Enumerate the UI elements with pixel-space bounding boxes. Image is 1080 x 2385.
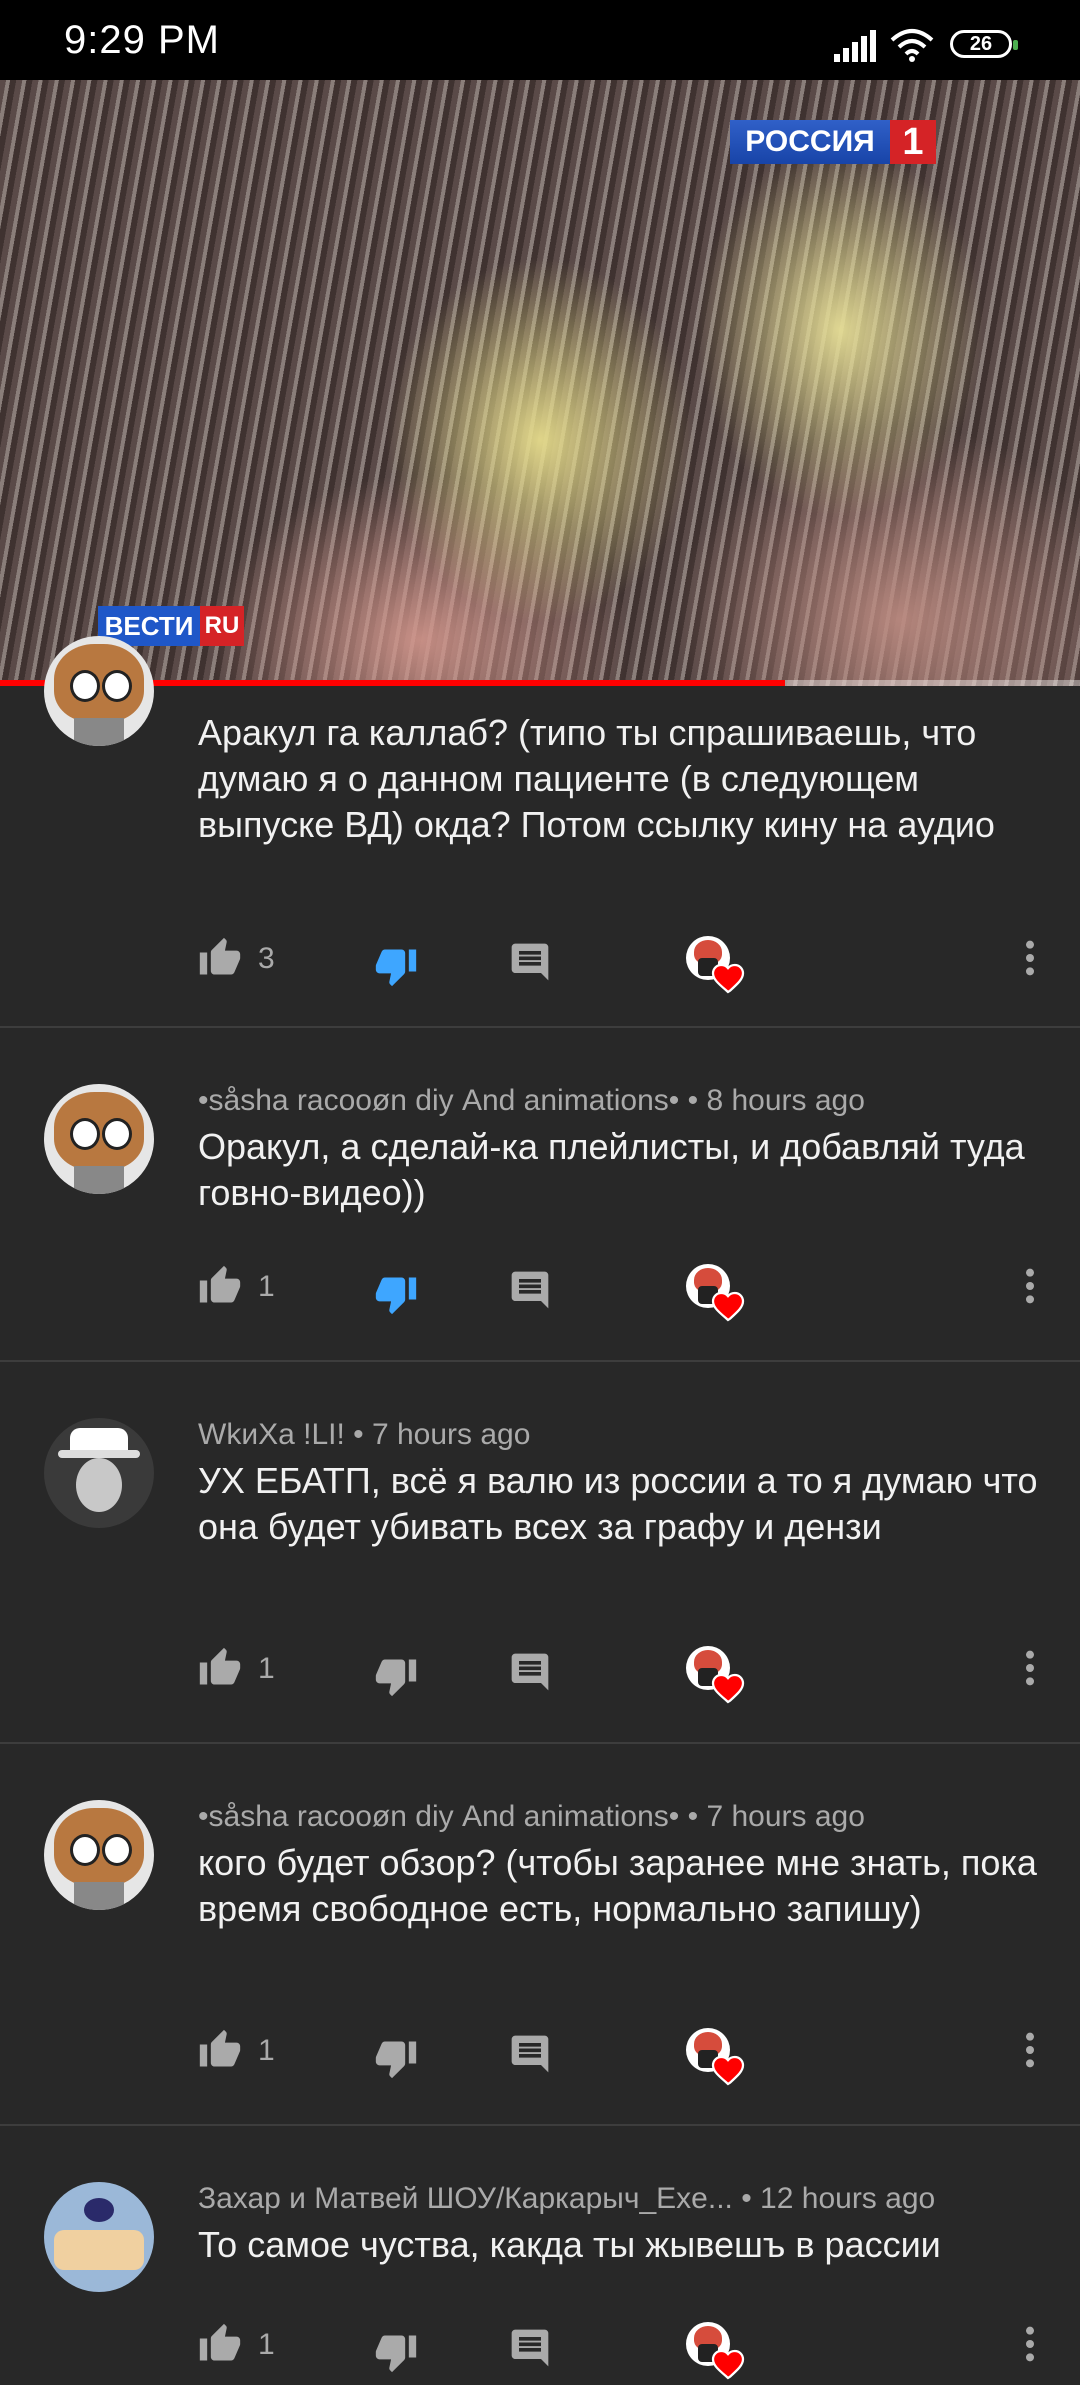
comment-meta: •såsha racooøn diy Аnd animations• • 8 h…	[198, 1084, 865, 1118]
dislike-button[interactable]	[374, 1272, 418, 1321]
comment-author[interactable]: •såsha racooøn diy Аnd animations•	[198, 1084, 679, 1117]
reply-icon	[508, 1653, 552, 1698]
comment-actions: 1	[0, 2322, 1080, 2382]
thumb-up-icon	[198, 1647, 242, 1694]
comment-author[interactable]: Захар и Матвей ШОУ/Каркарыч_Exe...	[198, 2182, 733, 2215]
reply-button[interactable]	[508, 1268, 552, 1317]
more-options-button[interactable]	[1024, 2324, 1036, 2369]
avatar[interactable]	[44, 1800, 154, 1910]
dislike-button[interactable]	[374, 1654, 418, 1703]
comment-time: • 7 hours ago	[353, 1418, 531, 1451]
avatar[interactable]	[44, 1084, 154, 1194]
comment-text: То самое чуства, какда ты жывешъ в расси…	[198, 2224, 941, 2265]
more-options-button[interactable]	[1024, 938, 1036, 983]
comment-actions: 1	[0, 1646, 1080, 1706]
thumb-up-icon	[198, 2029, 242, 2076]
comment-author[interactable]: WkиXa !LI!	[198, 1418, 345, 1451]
comment-text: Оракул, а сделай-ка плейлисты, и добавля…	[198, 1126, 1025, 1213]
thumb-down-icon	[374, 1277, 418, 1320]
heart-icon	[710, 2052, 746, 2091]
comment-time: • 7 hours ago	[687, 1800, 865, 1833]
creator-heart-badge	[686, 2322, 746, 2382]
comment-text: Аракул га каллаб? (типо ты спрашиваешь, …	[198, 712, 995, 845]
like-count: 3	[258, 942, 275, 975]
creator-heart-badge	[686, 1646, 746, 1706]
thumb-down-icon	[374, 2335, 418, 2378]
comment-author[interactable]: •såsha racooøn diy Аnd animations•	[198, 1800, 679, 1833]
battery-icon: 26	[950, 30, 1018, 58]
more-vert-icon	[1024, 1268, 1036, 1310]
comment-actions: 3	[0, 936, 1080, 996]
more-vert-icon	[1024, 2032, 1036, 2074]
dislike-button[interactable]	[374, 2036, 418, 2085]
like-button[interactable]	[198, 2322, 242, 2371]
like-count: 1	[258, 2034, 275, 2067]
reply-icon	[508, 943, 552, 988]
wifi-icon	[890, 29, 934, 62]
avatar[interactable]	[44, 2182, 154, 2292]
comment-actions: 1	[0, 2028, 1080, 2088]
comment-meta: WkиXa !LI! • 7 hours ago	[198, 1418, 530, 1452]
like-button[interactable]	[198, 1264, 242, 1313]
like-button[interactable]	[198, 1646, 242, 1695]
thumb-up-icon	[198, 937, 242, 984]
comment-time: • 12 hours ago	[741, 2182, 936, 2215]
reply-icon	[508, 2329, 552, 2374]
battery-level: 26	[969, 33, 993, 55]
thumb-down-icon	[374, 1659, 418, 1702]
heart-icon	[710, 1670, 746, 1709]
channel-logo: РОССИЯ 1	[730, 120, 936, 164]
comment-time: • 8 hours ago	[687, 1084, 865, 1117]
reply-button[interactable]	[508, 2032, 552, 2081]
avatar[interactable]	[44, 636, 154, 746]
creator-heart-badge	[686, 936, 746, 996]
dislike-button[interactable]	[374, 2330, 418, 2379]
thumb-up-icon	[198, 2323, 242, 2370]
comment-text: кого будет обзор? (чтобы заранее мне зна…	[198, 1842, 1037, 1929]
like-count: 1	[258, 2328, 275, 2361]
avatar[interactable]	[44, 1418, 154, 1528]
signal-icon	[834, 30, 876, 62]
comment-text: УХ ЕБАТП, всё я валю из россии а то я ду…	[198, 1460, 1038, 1547]
comment-actions: 1	[0, 1264, 1080, 1324]
channel-logo-text: РОССИЯ	[730, 120, 890, 164]
divider	[0, 1742, 1080, 1744]
comment-meta: •såsha racooøn diy Аnd animations• • 7 h…	[198, 1800, 865, 1834]
more-vert-icon	[1024, 1650, 1036, 1692]
like-button[interactable]	[198, 936, 242, 985]
like-count: 1	[258, 1270, 275, 1303]
heart-icon	[710, 1288, 746, 1327]
more-options-button[interactable]	[1024, 1648, 1036, 1693]
like-button[interactable]	[198, 2028, 242, 2077]
video-progress-bar[interactable]	[0, 680, 1080, 686]
reply-button[interactable]	[508, 2326, 552, 2375]
thumb-up-icon	[198, 1265, 242, 1312]
thumb-down-icon	[374, 949, 418, 992]
more-vert-icon	[1024, 940, 1036, 982]
status-time: 9:29 PM	[64, 18, 220, 62]
status-bar: 9:29 PM 26	[0, 0, 1080, 80]
video-player[interactable]: РОССИЯ 1 ВЕСТИ RU	[0, 80, 1080, 686]
divider	[0, 1360, 1080, 1362]
creator-heart-badge	[686, 2028, 746, 2088]
heart-icon	[710, 2346, 746, 2385]
thumb-down-icon	[374, 2041, 418, 2084]
more-vert-icon	[1024, 2326, 1036, 2368]
more-options-button[interactable]	[1024, 2030, 1036, 2075]
reply-icon	[508, 2035, 552, 2080]
heart-icon	[710, 960, 746, 999]
creator-heart-badge	[686, 1264, 746, 1324]
reply-button[interactable]	[508, 940, 552, 989]
more-options-button[interactable]	[1024, 1266, 1036, 1311]
dislike-button[interactable]	[374, 944, 418, 993]
reply-button[interactable]	[508, 1650, 552, 1699]
divider	[0, 1026, 1080, 1028]
divider	[0, 2124, 1080, 2126]
reply-icon	[508, 1271, 552, 1316]
news-logo-suffix: RU	[200, 606, 244, 646]
channel-logo-number: 1	[890, 120, 936, 164]
like-count: 1	[258, 1652, 275, 1685]
comment-meta: Захар и Матвей ШОУ/Каркарыч_Exe... • 12 …	[198, 2182, 935, 2216]
